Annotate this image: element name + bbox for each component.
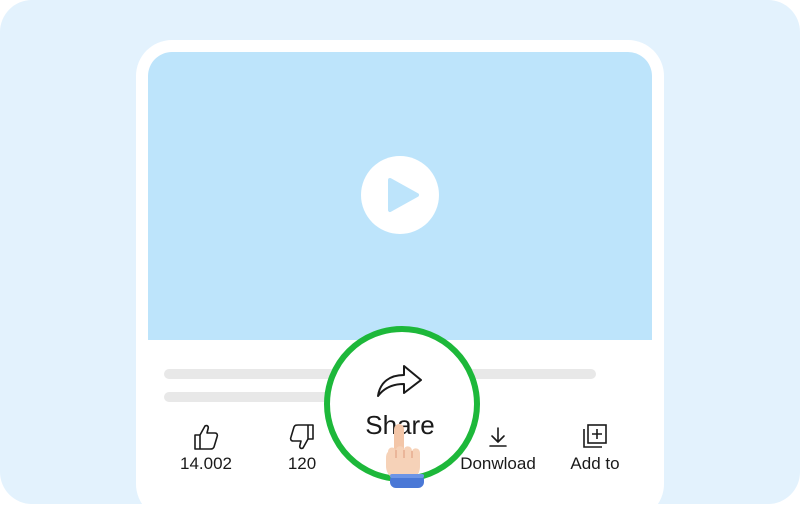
play-icon	[388, 178, 419, 212]
download-icon	[489, 427, 507, 447]
dislike-count: 120	[287, 454, 317, 473]
thumbs-up-icon	[194, 424, 219, 450]
like-count: 14.002	[180, 454, 232, 473]
thumbs-down-icon	[289, 424, 314, 450]
add-to-label: Add to	[570, 454, 620, 473]
add-to-button[interactable]: Add to	[545, 422, 645, 478]
download-label: Donwload	[460, 454, 536, 473]
like-button[interactable]: 14.002	[156, 422, 256, 478]
play-button[interactable]	[361, 156, 439, 234]
share-arrow-icon	[377, 365, 422, 397]
add-to-playlist-icon	[583, 424, 607, 448]
pointing-hand-icon	[386, 424, 424, 488]
